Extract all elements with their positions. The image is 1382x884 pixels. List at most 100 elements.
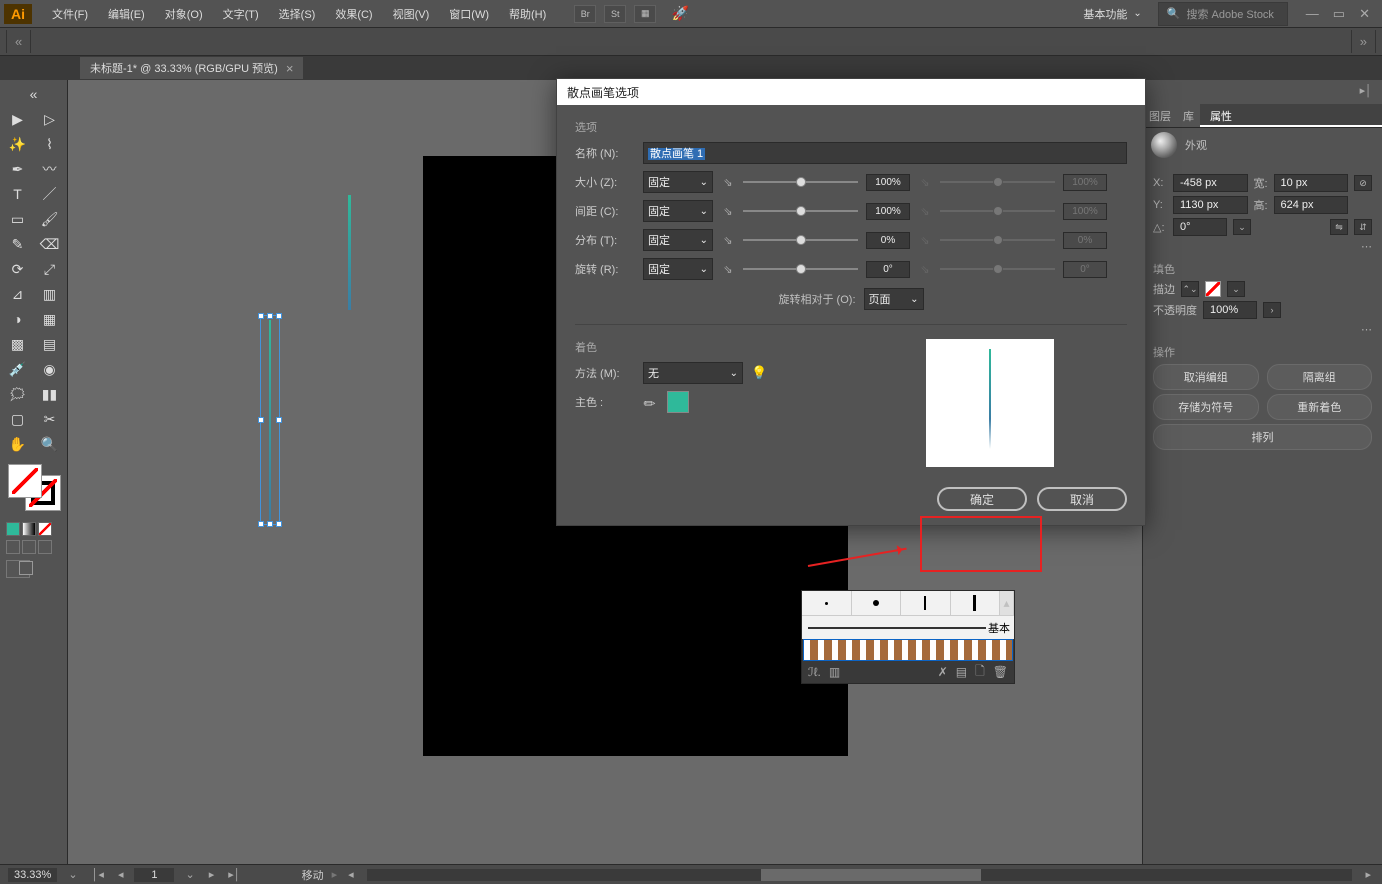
size-value-field[interactable]: 100% — [866, 174, 910, 191]
keycolor-eyedropper-icon[interactable]: ✎ — [640, 391, 663, 414]
resize-handle[interactable] — [267, 313, 273, 319]
x-field[interactable]: -458 px — [1173, 174, 1248, 192]
paintbrush-tool[interactable]: 🖌 — [34, 207, 65, 231]
rotate-tool[interactable]: ⟳ — [2, 257, 33, 281]
resize-handle[interactable] — [258, 521, 264, 527]
brush-name-input[interactable]: 散点画笔 1 — [643, 142, 1127, 164]
cancel-button[interactable]: 取消 — [1037, 487, 1127, 511]
resize-handle[interactable] — [276, 417, 282, 423]
scale-tool[interactable]: ⤢ — [34, 257, 65, 281]
angle-dropdown-icon[interactable]: ⌄ — [1233, 219, 1251, 235]
window-restore-icon[interactable]: ▭ — [1333, 6, 1345, 22]
stroke-swatch[interactable] — [1205, 281, 1221, 297]
transform-more-icon[interactable]: ⋯ — [1361, 240, 1372, 253]
menu-select[interactable]: 选择(S) — [269, 6, 326, 22]
resize-handle[interactable] — [276, 313, 282, 319]
brush-scroll-up-icon[interactable]: ▴ — [1000, 591, 1014, 615]
window-close-icon[interactable]: ✕ — [1359, 6, 1370, 22]
brush-preset[interactable] — [852, 591, 902, 615]
zoom-field[interactable]: 33.33% — [8, 868, 57, 882]
toolbar-collapse-icon[interactable]: « — [2, 82, 65, 106]
recolor-button[interactable]: 重新着色 — [1267, 394, 1373, 420]
spacing-value-field[interactable]: 100% — [866, 203, 910, 220]
draw-normal-icon[interactable] — [6, 540, 20, 554]
next-artboard-icon[interactable]: ▸ — [206, 868, 218, 881]
last-artboard-icon[interactable]: ▸│ — [225, 868, 243, 881]
fill-stroke-chips[interactable] — [8, 464, 60, 510]
rotation-value-field[interactable]: 0° — [866, 261, 910, 278]
color-mode-chip[interactable] — [6, 522, 20, 536]
brush-options-icon[interactable]: ▤ — [956, 665, 967, 679]
none-mode-chip[interactable] — [38, 522, 52, 536]
workspace-dropdown[interactable]: 基本功能 — [1075, 4, 1149, 24]
menu-window[interactable]: 窗口(W) — [439, 6, 499, 22]
gpu-icon[interactable]: 🚀 — [664, 2, 696, 26]
w-field[interactable]: 10 px — [1274, 174, 1349, 192]
scroll-left-icon[interactable]: ◂ — [345, 868, 357, 881]
tips-lightbulb-icon[interactable]: 💡 — [751, 365, 767, 381]
flip-vertical-icon[interactable]: ⇵ — [1354, 219, 1372, 235]
size-mode-dropdown[interactable]: 固定 — [643, 171, 713, 193]
size-slider[interactable] — [743, 175, 858, 189]
brush-library-icon[interactable]: ℐℓ. — [808, 665, 821, 679]
resize-handle[interactable] — [267, 521, 273, 527]
width-tool[interactable]: ⊿ — [2, 282, 33, 306]
slice-tool[interactable]: ✂ — [34, 407, 65, 431]
y-field[interactable]: 1130 px — [1173, 196, 1248, 214]
h-field[interactable]: 624 px — [1274, 196, 1349, 214]
pen-tool[interactable]: ✒ — [2, 157, 33, 181]
fill-chip[interactable] — [8, 464, 42, 498]
brush-delete-icon[interactable]: 🗑 — [993, 665, 1008, 679]
toolbar-collapse-left[interactable]: « — [6, 30, 31, 53]
rectangle-tool[interactable]: ▭ — [2, 207, 33, 231]
scrollbar-horizontal[interactable] — [367, 869, 1353, 881]
shaper-tool[interactable]: ✎ — [2, 232, 33, 256]
rotate-relative-dropdown[interactable]: 页面 — [864, 288, 924, 310]
scroll-right-icon[interactable]: ▸ — [1362, 868, 1374, 881]
search-stock-input[interactable]: 🔍 搜索 Adobe Stock — [1158, 2, 1288, 26]
mesh-tool[interactable]: ▩ — [2, 332, 33, 356]
eyedropper-tool[interactable]: 💉 — [2, 357, 33, 381]
selection-tool[interactable]: ▶ — [2, 107, 33, 131]
draw-behind-icon[interactable] — [22, 540, 36, 554]
menu-file[interactable]: 文件(F) — [42, 6, 98, 22]
link-wh-icon[interactable]: ⊘ — [1354, 175, 1372, 191]
method-dropdown[interactable]: 无 — [643, 362, 743, 384]
blend-tool[interactable]: ◉ — [34, 357, 65, 381]
menu-object[interactable]: 对象(O) — [155, 6, 213, 22]
resize-handle[interactable] — [258, 313, 264, 319]
ok-button[interactable]: 确定 — [937, 487, 1027, 511]
brush-pattern-row[interactable] — [803, 639, 1013, 661]
scatter-value-field[interactable]: 0% — [866, 232, 910, 249]
lasso-tool[interactable]: ⌇ — [34, 132, 65, 156]
angle-field[interactable]: 0° — [1173, 218, 1227, 236]
spacing-slider[interactable] — [743, 204, 858, 218]
document-tab[interactable]: 未标题-1* @ 33.33% (RGB/GPU 预览) × — [80, 57, 303, 79]
hand-tool[interactable]: ✋ — [2, 432, 33, 456]
screen-mode-icon[interactable] — [6, 560, 30, 578]
symbol-sprayer-tool[interactable]: 🗯 — [2, 382, 33, 406]
zoom-dropdown-icon[interactable]: ⌄ — [65, 868, 80, 881]
isolate-button[interactable]: 隔离组 — [1267, 364, 1373, 390]
direct-selection-tool[interactable]: ▷ — [34, 107, 65, 131]
dialog-titlebar[interactable]: 散点画笔选项 — [557, 79, 1145, 105]
brush-preset[interactable] — [901, 591, 951, 615]
bridge-icon[interactable]: Br — [574, 5, 596, 23]
rotation-link-icon[interactable]: ⇘ — [721, 263, 735, 276]
opacity-field[interactable]: 100% — [1203, 301, 1257, 319]
column-graph-tool[interactable]: ▮▮ — [34, 382, 65, 406]
tab-libraries[interactable]: 库 — [1177, 104, 1200, 127]
menu-edit[interactable]: 编辑(E) — [98, 6, 155, 22]
artboard-number-field[interactable]: 1 — [134, 868, 174, 882]
draw-inside-icon[interactable] — [38, 540, 52, 554]
zoom-tool[interactable]: 🔍 — [34, 432, 65, 456]
type-tool[interactable]: T — [2, 182, 33, 206]
artboard-tool[interactable]: ▢ — [2, 407, 33, 431]
brush-libraries-menu-icon[interactable]: ▥ — [829, 665, 840, 679]
menu-type[interactable]: 文字(T) — [213, 6, 269, 22]
document-tab-close-icon[interactable]: × — [286, 61, 294, 76]
scatter-slider[interactable] — [743, 233, 858, 247]
curvature-tool[interactable]: 〰 — [34, 157, 65, 181]
size-link-icon[interactable]: ⇘ — [721, 176, 735, 189]
brush-preset[interactable] — [802, 591, 852, 615]
